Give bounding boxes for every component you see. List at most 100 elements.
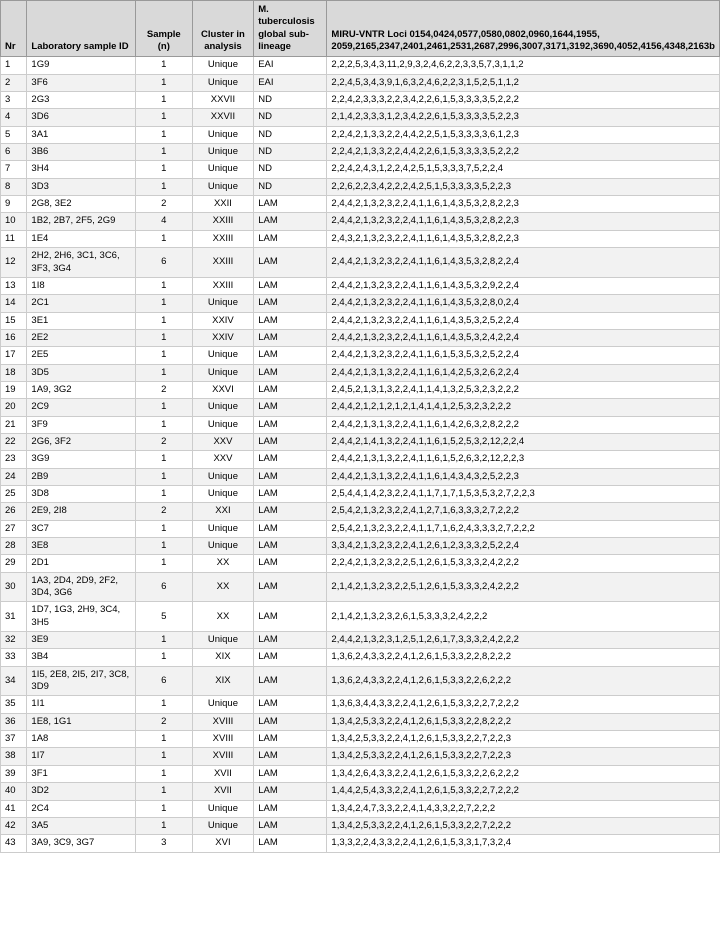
cell-nr: 2: [1, 74, 27, 91]
cell-nr: 14: [1, 295, 27, 312]
cell-sample: 1: [135, 520, 192, 537]
cell-nr: 9: [1, 196, 27, 213]
cell-miru: 1,3,4,2,6,4,3,3,2,2,4,1,2,6,1,5,3,3,2,2,…: [327, 765, 720, 782]
cell-sample: 1: [135, 230, 192, 247]
cell-miru: 2,2,4,5,3,4,3,9,1,6,3,2,4,6,2,2,3,1,5,2,…: [327, 74, 720, 91]
cell-miru: 2,4,4,2,1,3,2,3,2,2,4,1,1,6,1,4,3,5,3,2,…: [327, 277, 720, 294]
cell-nr: 35: [1, 696, 27, 713]
table-row: 202C91UniqueLAM2,4,4,2,1,2,1,2,1,2,1,4,1…: [1, 399, 720, 416]
table-row: 273C71UniqueLAM2,5,4,2,1,3,2,3,2,2,4,1,1…: [1, 520, 720, 537]
cell-sample: 1: [135, 144, 192, 161]
cell-cluster: Unique: [192, 57, 254, 74]
cell-sublineage: LAM: [254, 451, 327, 468]
cell-sublineage: EAI: [254, 57, 327, 74]
cell-sample: 6: [135, 572, 192, 602]
cell-nr: 42: [1, 817, 27, 834]
cell-lab-id: 2C1: [27, 295, 136, 312]
table-row: 361E8, 1G12XVIIILAM1,3,4,2,5,3,3,2,2,4,1…: [1, 713, 720, 730]
cell-miru: 1,3,6,2,4,3,3,2,2,4,1,2,6,1,5,3,3,2,2,6,…: [327, 666, 720, 696]
cell-sample: 1: [135, 178, 192, 195]
table-row: 153E11XXIVLAM2,4,4,2,1,3,2,3,2,2,4,1,1,6…: [1, 312, 720, 329]
cell-miru: 2,4,4,2,1,3,2,3,2,2,4,1,1,6,1,4,3,5,3,2,…: [327, 329, 720, 346]
cell-nr: 43: [1, 835, 27, 852]
cell-nr: 17: [1, 347, 27, 364]
cell-nr: 33: [1, 649, 27, 666]
table-row: 381I71XVIIILAM1,3,4,2,5,3,3,2,2,4,1,2,6,…: [1, 748, 720, 765]
cell-sample: 1: [135, 312, 192, 329]
cell-miru: 3,3,4,2,1,3,2,3,2,2,4,1,2,6,1,2,3,3,3,2,…: [327, 538, 720, 555]
cell-nr: 8: [1, 178, 27, 195]
cell-cluster: XX: [192, 555, 254, 572]
cell-cluster: XXIII: [192, 277, 254, 294]
cell-sample: 5: [135, 602, 192, 632]
cell-sublineage: LAM: [254, 783, 327, 800]
cell-sublineage: LAM: [254, 817, 327, 834]
cell-sublineage: ND: [254, 126, 327, 143]
cell-cluster: Unique: [192, 538, 254, 555]
cell-nr: 23: [1, 451, 27, 468]
cell-sublineage: LAM: [254, 520, 327, 537]
cell-cluster: Unique: [192, 178, 254, 195]
cell-cluster: XXIII: [192, 248, 254, 278]
cell-nr: 28: [1, 538, 27, 555]
table-row: 371A81XVIIILAM1,3,4,2,5,3,3,2,2,4,1,2,6,…: [1, 731, 720, 748]
cell-cluster: XXIII: [192, 213, 254, 230]
table-row: 63B61UniqueND2,2,4,2,1,3,3,2,2,4,4,2,2,6…: [1, 144, 720, 161]
cell-cluster: XXVI: [192, 381, 254, 398]
table-header-row: Nr Laboratory sample ID Sample (n) Clust…: [1, 1, 720, 57]
cell-sample: 1: [135, 748, 192, 765]
cell-sample: 2: [135, 433, 192, 450]
cell-lab-id: 2E9, 2I8: [27, 503, 136, 520]
cell-sublineage: LAM: [254, 277, 327, 294]
cell-sample: 2: [135, 196, 192, 213]
cell-lab-id: 3E9: [27, 632, 136, 649]
cell-cluster: XXV: [192, 451, 254, 468]
cell-cluster: XXII: [192, 196, 254, 213]
cell-cluster: XVIII: [192, 731, 254, 748]
cell-sample: 1: [135, 329, 192, 346]
cell-sublineage: LAM: [254, 329, 327, 346]
cell-miru: 2,2,2,5,3,4,3,11,2,9,3,2,4,6,2,2,3,3,5,7…: [327, 57, 720, 74]
cell-nr: 15: [1, 312, 27, 329]
cell-lab-id: 1I7: [27, 748, 136, 765]
table-row: 92G8, 3E22XXIILAM2,4,4,2,1,3,2,3,2,2,4,1…: [1, 196, 720, 213]
cell-cluster: XXV: [192, 433, 254, 450]
cell-cluster: XX: [192, 572, 254, 602]
cell-cluster: Unique: [192, 364, 254, 381]
cell-cluster: Unique: [192, 74, 254, 91]
cell-miru: 1,3,4,2,5,3,3,2,2,4,1,2,6,1,5,3,3,2,2,8,…: [327, 713, 720, 730]
cell-miru: 2,4,4,2,1,2,1,2,1,2,1,4,1,4,1,2,5,3,2,3,…: [327, 399, 720, 416]
table-row: 32G31XXVIIND2,2,4,2,3,3,3,2,2,3,4,2,2,6,…: [1, 92, 720, 109]
cell-miru: 2,4,4,2,1,3,1,3,2,2,4,1,1,6,1,4,3,4,3,2,…: [327, 468, 720, 485]
cell-nr: 41: [1, 800, 27, 817]
cell-sample: 1: [135, 800, 192, 817]
cell-lab-id: 3A5: [27, 817, 136, 834]
cell-sample: 1: [135, 295, 192, 312]
cell-miru: 1,3,4,2,5,3,3,2,2,4,1,2,6,1,5,3,3,2,2,7,…: [327, 731, 720, 748]
cell-miru: 1,3,4,2,4,7,3,3,2,2,4,1,4,3,3,2,2,7,2,2,…: [327, 800, 720, 817]
cell-sublineage: LAM: [254, 696, 327, 713]
cell-cluster: Unique: [192, 416, 254, 433]
cell-sample: 1: [135, 347, 192, 364]
cell-miru: 2,4,4,2,1,4,1,3,2,2,4,1,1,6,1,5,2,5,3,2,…: [327, 433, 720, 450]
cell-lab-id: 2C4: [27, 800, 136, 817]
cell-cluster: Unique: [192, 295, 254, 312]
cell-miru: 2,4,4,2,1,3,2,3,2,2,4,1,1,6,1,4,3,5,3,2,…: [327, 312, 720, 329]
table-row: 283E81UniqueLAM3,3,4,2,1,3,2,3,2,2,4,1,2…: [1, 538, 720, 555]
cell-lab-id: 2G8, 3E2: [27, 196, 136, 213]
cell-sublineage: LAM: [254, 213, 327, 230]
cell-lab-id: 2C9: [27, 399, 136, 416]
cell-miru: 2,4,4,2,1,3,2,3,2,2,4,1,1,6,1,4,3,5,3,2,…: [327, 248, 720, 278]
cell-lab-id: 2H2, 2H6, 3C1, 3C6, 3F3, 3G4: [27, 248, 136, 278]
cell-lab-id: 1B2, 2B7, 2F5, 2G9: [27, 213, 136, 230]
table-row: 301A3, 2D4, 2D9, 2F2, 3D4, 3G66XXLAM2,1,…: [1, 572, 720, 602]
cell-sample: 1: [135, 126, 192, 143]
cell-nr: 22: [1, 433, 27, 450]
cell-sample: 1: [135, 783, 192, 800]
cell-sample: 1: [135, 161, 192, 178]
cell-nr: 16: [1, 329, 27, 346]
cell-sublineage: LAM: [254, 347, 327, 364]
cell-cluster: Unique: [192, 126, 254, 143]
table-row: 222G6, 3F22XXVLAM2,4,4,2,1,4,1,3,2,2,4,1…: [1, 433, 720, 450]
cell-nr: 19: [1, 381, 27, 398]
